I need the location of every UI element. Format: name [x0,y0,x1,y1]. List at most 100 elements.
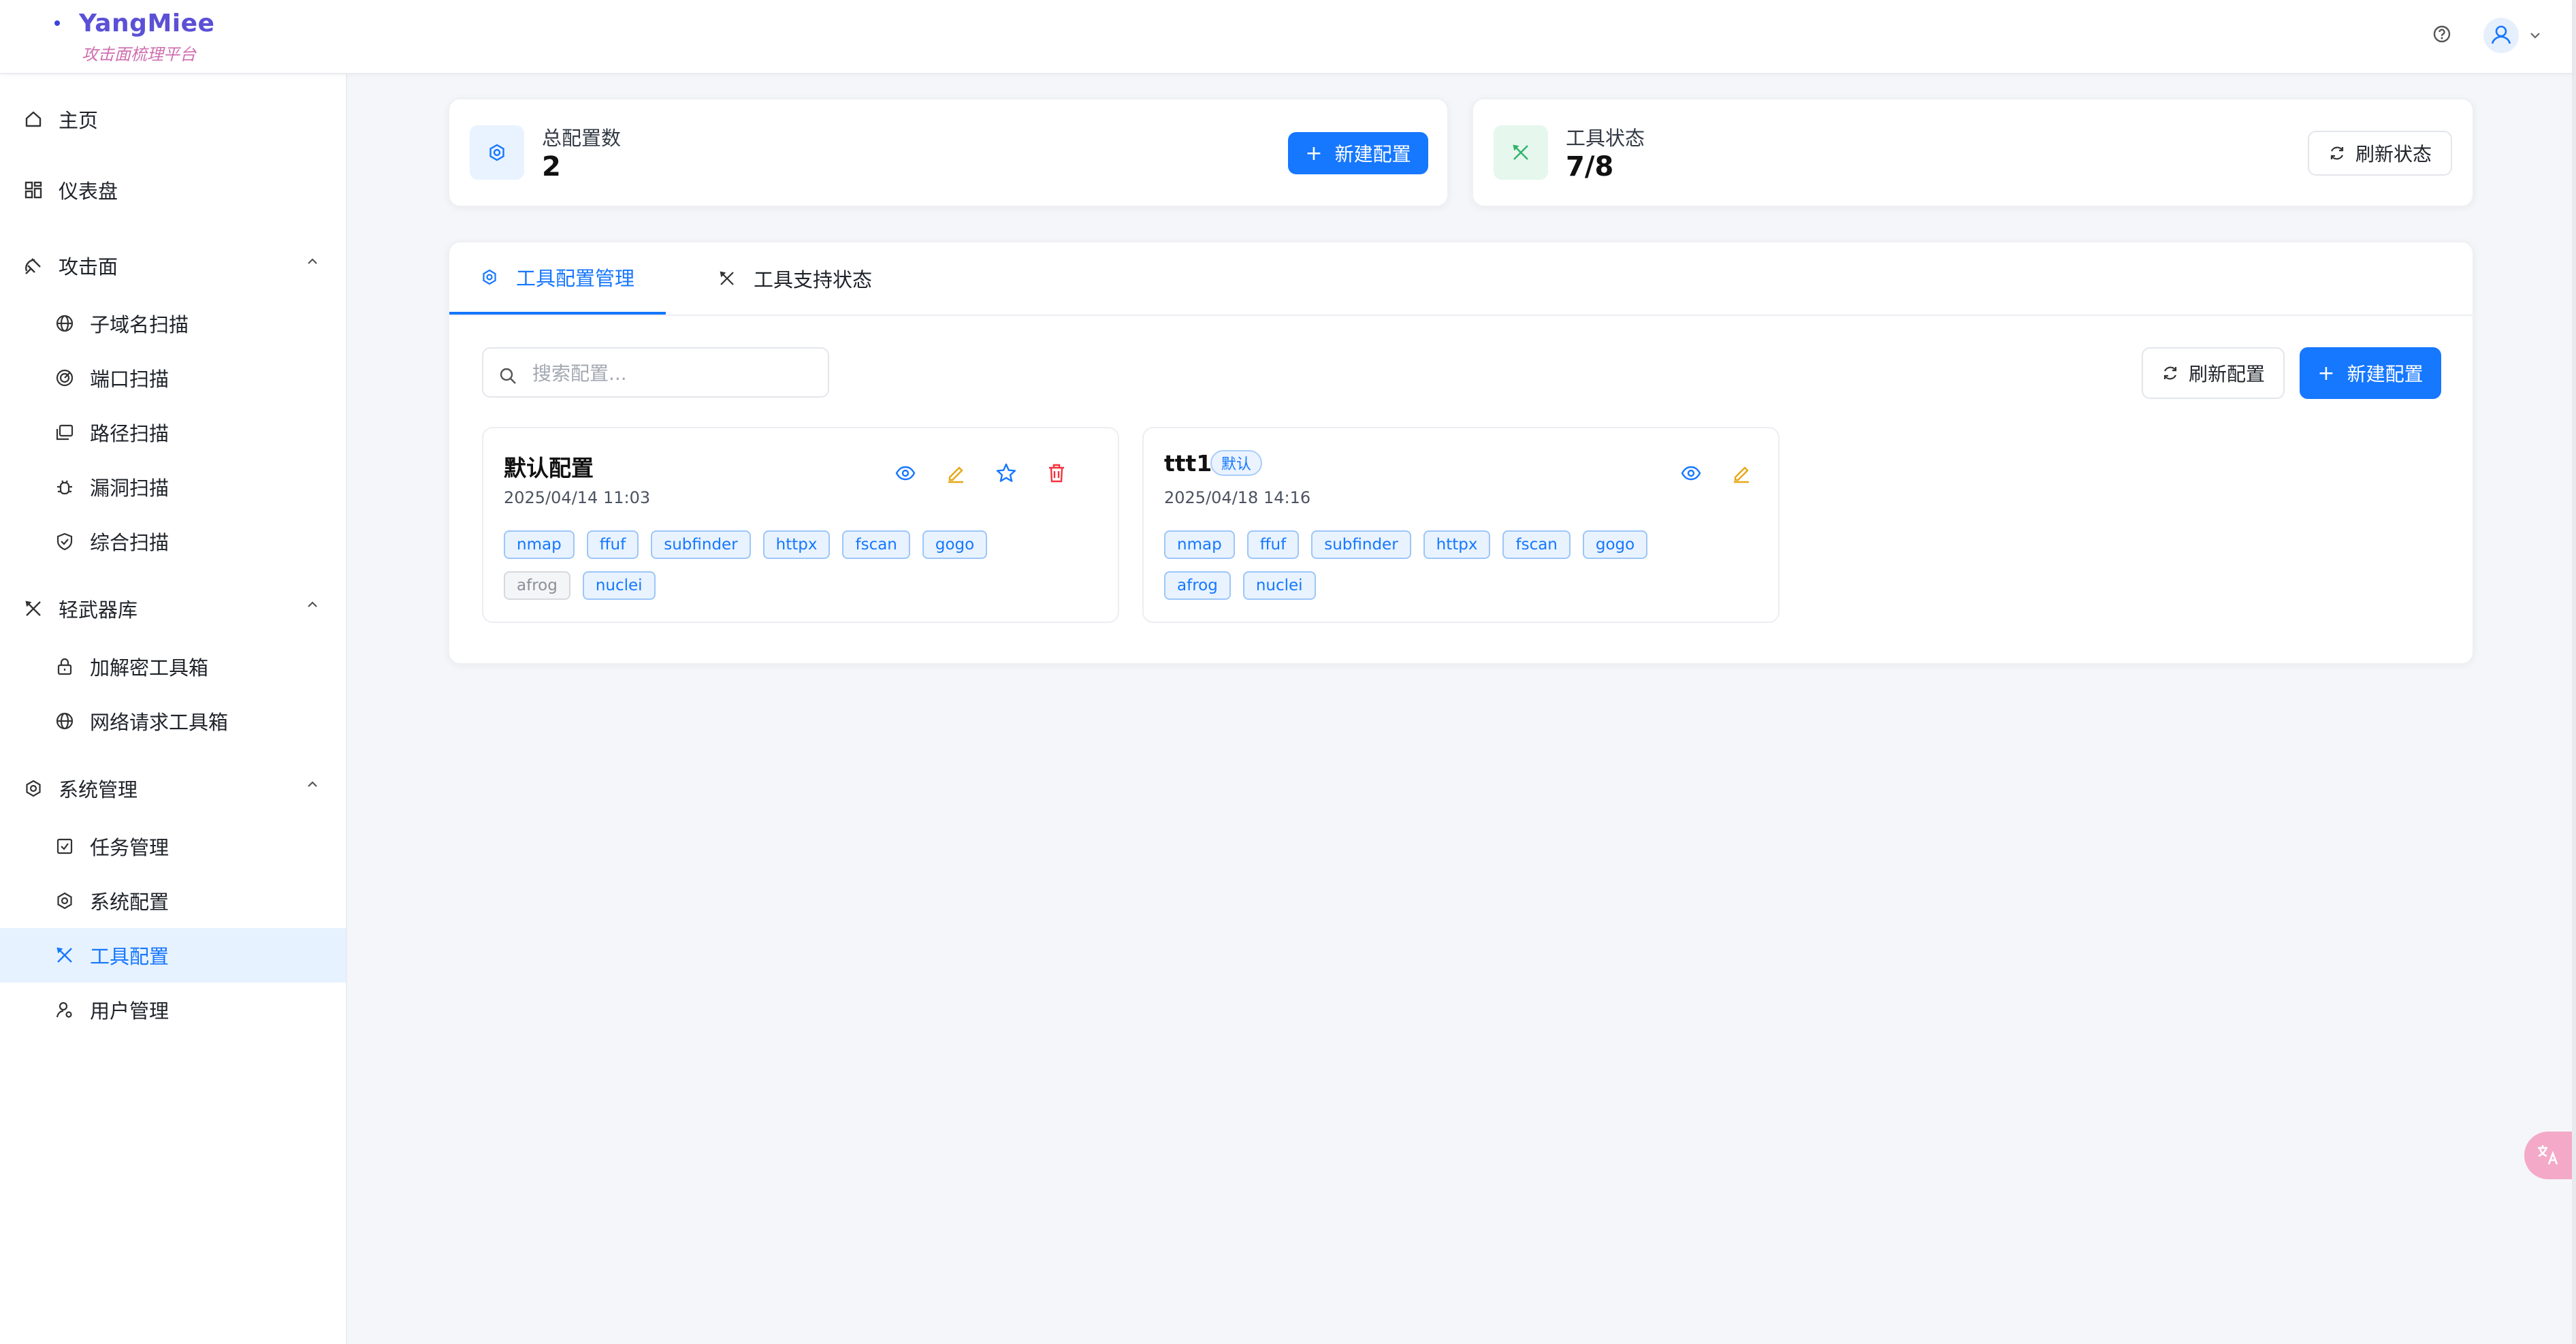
trash-icon [1049,464,1064,483]
sidebar-item-label: 任务管理 [90,836,170,859]
sidebar-item-label: 端口扫描 [90,368,170,391]
sidebar-item-subdomain-scan[interactable]: 子域名扫描 [0,296,346,351]
sidebar-item-label: 攻击面 [59,255,118,278]
set-default-button[interactable] [994,461,1018,485]
tool-tag: httpx [762,530,831,559]
sidebar-item-port-scan[interactable]: 端口扫描 [0,351,346,405]
edit-icon [948,466,963,483]
translate-icon [2538,1145,2558,1165]
config-name: ttt1 [1164,450,1212,477]
tool-tag: nmap [1164,530,1235,559]
sidebar-item-label: 路径扫描 [90,422,170,445]
new-config-button[interactable]: + 新建配置 [2300,347,2441,399]
attack-surface-icon [23,255,44,276]
radar-icon [54,368,75,388]
sidebar-item-label: 用户管理 [90,999,170,1023]
sidebar-item-tool-config[interactable]: 工具配置 [0,928,346,982]
sidebar-item-home[interactable]: 主页 [0,92,346,146]
logo-moon-icon [33,12,60,56]
star-icon [996,463,1016,482]
gear-icon [54,891,75,911]
delete-config-button[interactable] [1044,461,1069,485]
sidebar-item-task-management[interactable]: 任务管理 [0,819,346,874]
tool-tag: gogo [1582,530,1648,559]
edit-config-button[interactable] [944,461,968,485]
edit-icon [1734,466,1749,483]
config-card[interactable]: 默认配置 2025/04/14 11:03 nmap ffuf subfinde… [482,427,1119,623]
view-config-button[interactable] [893,461,918,485]
dashboard-icon [23,180,44,200]
view-config-button[interactable] [1679,461,1703,485]
plus-icon: + [1305,141,1323,165]
globe-icon [54,313,75,334]
gear-icon [23,778,44,799]
refresh-config-button[interactable]: 刷新配置 [2142,347,2285,399]
translate-float-button[interactable] [2524,1132,2572,1179]
config-card[interactable]: ttt1 默认 2025/04/18 14:16 nmap ffuf subfi… [1142,427,1780,623]
sidebar-group-system[interactable]: 系统管理 [0,761,346,816]
sidebar-item-label: 主页 [59,109,99,132]
tool-tag: subfinder [651,530,751,559]
config-actions [1679,461,1754,485]
stat-label: 工具状态 [1566,127,1645,150]
edit-config-button[interactable] [1729,461,1754,485]
tools-icon [720,271,734,285]
sidebar-item-label: 综合扫描 [90,531,170,554]
tab-label: 工具配置管理 [515,267,634,290]
default-badge: 默认 [1210,450,1263,476]
user-icon [2491,25,2511,44]
tools-icon [1494,125,1548,180]
sidebar-item-vuln-scan[interactable]: 漏洞扫描 [0,460,346,514]
search-input[interactable] [531,358,820,388]
sidebar-item-http-toolbox[interactable]: 网络请求工具箱 [0,694,346,748]
user-gear-icon [54,999,75,1020]
search-config-field[interactable] [482,347,829,398]
stat-card-tool-status: 工具状态 7/8 刷新状态 [1472,98,2474,207]
lock-icon [54,656,75,677]
help-button[interactable] [2432,24,2452,44]
tools-icon [23,598,44,619]
brand-subtitle: 攻击面梳理平台 [82,45,196,64]
tab-tool-config-management[interactable]: 工具配置管理 [449,242,666,315]
tool-config-panel: 工具配置管理 工具支持状态 刷新配置 + 新建配置 默认配置 2025/04/1… [448,241,2474,665]
refresh-status-button[interactable]: 刷新状态 [2308,131,2452,176]
new-config-button[interactable]: + 新建配置 [1288,132,1428,174]
bug-icon [54,477,75,497]
tool-tag: afrog [1164,571,1231,600]
sidebar-group-attack-surface[interactable]: 攻击面 [0,238,346,293]
refresh-icon [2163,366,2177,380]
button-label: 刷新状态 [2355,143,2432,165]
config-date: 2025/04/18 14:16 [1164,488,1311,507]
sidebar-item-comprehensive-scan[interactable]: 综合扫描 [0,514,346,569]
sidebar-item-crypto-toolbox[interactable]: 加解密工具箱 [0,639,346,694]
config-actions [893,461,1069,485]
button-label: 新建配置 [2347,363,2424,385]
tool-tag: subfinder [1311,530,1411,559]
eye-icon [1681,466,1701,481]
sidebar-item-label: 仪表盘 [59,180,118,203]
window-scrollbar[interactable] [2572,0,2576,1344]
sidebar-group-arsenal[interactable]: 轻武器库 [0,581,346,636]
button-label: 新建配置 [1334,143,1411,165]
user-menu-button[interactable] [2483,18,2540,54]
tool-tag: httpx [1423,530,1491,559]
sidebar-item-label: 漏洞扫描 [90,477,170,500]
sidebar: 主页 仪表盘 攻击面 子域名扫描 端口扫描 路径扫描 漏洞扫描 综合扫描 轻武器… [0,74,347,1344]
sidebar-item-user-management[interactable]: 用户管理 [0,982,346,1037]
sidebar-item-dashboard[interactable]: 仪表盘 [0,163,346,217]
sidebar-item-path-scan[interactable]: 路径扫描 [0,405,346,460]
tool-tag: nmap [504,530,575,559]
search-icon [500,368,516,384]
help-icon [2433,25,2451,43]
sidebar-item-system-config[interactable]: 系统配置 [0,874,346,928]
tool-tag: ffuf [1246,530,1300,559]
sidebar-item-label: 工具配置 [90,945,170,968]
globe-icon [54,711,75,731]
tool-tag: gogo [922,530,988,559]
folder-icon [54,422,75,443]
avatar [2483,18,2519,53]
sidebar-item-label: 系统管理 [59,778,138,801]
brand-name: YangMiee [79,10,215,37]
button-label: 刷新配置 [2188,363,2265,385]
tab-tool-support-status[interactable]: 工具支持状态 [693,242,897,315]
